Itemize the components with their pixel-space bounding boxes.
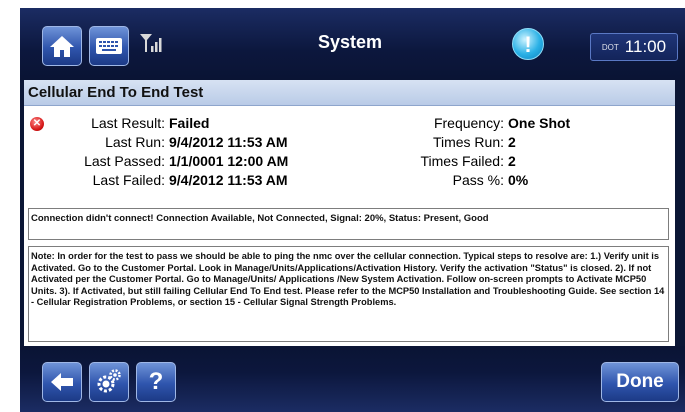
bottom-bar: ? Done xyxy=(20,346,685,412)
field-times-run: Times Run: 2 xyxy=(432,134,516,150)
device-screen: System ! DOT 11:00 Cellular End To End T… xyxy=(20,8,685,412)
test-title: Cellular End To End Test xyxy=(24,80,675,106)
field-last-result: Last Result: Failed xyxy=(91,115,210,131)
back-button[interactable] xyxy=(42,362,82,402)
left-fields: Last Result: Failed Last Run: 9/4/2012 11:… xyxy=(24,115,288,191)
back-arrow-icon xyxy=(51,373,73,391)
signal-strength-icon xyxy=(140,34,162,52)
test-detail-panel: Cellular End To End Test ✕ Last Result: F… xyxy=(24,80,675,346)
field-times-failed: Times Failed: 2 xyxy=(420,153,516,169)
home-button[interactable] xyxy=(42,26,82,66)
connection-message: Connection didn't connect! Connection Av… xyxy=(28,208,669,240)
field-pass-percent: Pass %: 0% xyxy=(452,172,529,188)
help-button[interactable]: ? xyxy=(136,362,176,402)
field-last-passed: Last Passed: 1/1/0001 12:00 AM xyxy=(84,153,289,169)
keyboard-icon xyxy=(96,38,122,54)
troubleshooting-note: Note: In order for the test to pass we s… xyxy=(28,246,669,342)
field-last-run: Last Run: 9/4/2012 11:53 AM xyxy=(105,134,288,150)
done-button[interactable]: Done xyxy=(601,362,679,402)
gears-icon xyxy=(97,369,121,393)
top-bar: System ! DOT 11:00 xyxy=(20,8,685,80)
home-icon xyxy=(50,36,74,57)
alert-icon[interactable]: ! xyxy=(512,28,544,60)
right-fields: Frequency: One Shot Times Run: 2 Times Fai… xyxy=(325,115,570,191)
keyboard-button[interactable] xyxy=(89,26,129,66)
screen-title: System xyxy=(317,32,383,52)
clock-timezone: DOT xyxy=(601,42,619,52)
clock-display: DOT 11:00 xyxy=(590,33,678,61)
field-frequency: Frequency: One Shot xyxy=(433,115,571,131)
clock-time: 11:00 xyxy=(624,37,667,56)
field-last-failed: Last Failed: 9/4/2012 11:53 AM xyxy=(92,172,288,188)
settings-button[interactable] xyxy=(89,362,129,402)
